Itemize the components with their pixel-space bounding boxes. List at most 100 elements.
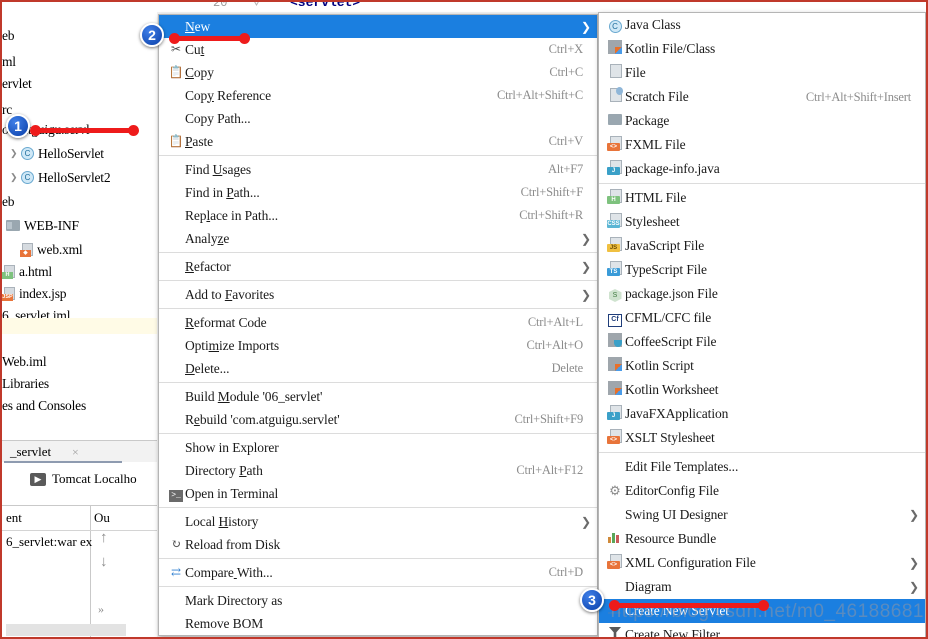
resource-bundle-icon [605, 531, 625, 547]
tree-row[interactable]: Ha.html [2, 262, 52, 281]
menu-item-diagram[interactable]: Diagram ❯ [599, 575, 925, 599]
editor-code-fragment: <servlet> [290, 0, 361, 10]
menu-item-package-info-java[interactable]: Jpackage-info.java [599, 157, 925, 181]
menu-item-paste[interactable]: 📋 Paste Ctrl+V [159, 130, 597, 153]
menu-item-file[interactable]: File [599, 61, 925, 85]
menu-item-copy-path[interactable]: Copy Path... [159, 107, 597, 130]
arrow-down-icon[interactable]: ↓ [100, 554, 108, 571]
menu-item-shortcut: Ctrl+Shift+R [519, 208, 583, 222]
menu-item-build-module-06-servlet[interactable]: Build Module '06_servlet' [159, 385, 597, 408]
menu-item-find-usages[interactable]: Find Usages Alt+F7 [159, 158, 597, 181]
menu-item-editorconfig-file[interactable]: ⚙ EditorConfig File [599, 479, 925, 503]
menu-item-refactor[interactable]: Refactor ❯ [159, 255, 597, 278]
arrow-up-icon[interactable]: ↑ [100, 530, 108, 547]
tree-row[interactable]: Web.iml [2, 352, 47, 371]
menu-item-resource-bundle[interactable]: Resource Bundle [599, 527, 925, 551]
menu-item-kotlin-file-class[interactable]: Kotlin File/Class [599, 37, 925, 61]
chevron-right-icon[interactable]: ❯ [10, 172, 19, 183]
menu-item-rebuild-com-atguigu-servlet[interactable]: Rebuild 'com.atguigu.servlet' Ctrl+Shift+… [159, 408, 597, 431]
menu-item-swing-ui-designer[interactable]: Swing UI Designer ❯ [599, 503, 925, 527]
menu-item-xslt-stylesheet[interactable]: <> XSLT Stylesheet [599, 426, 925, 450]
menu-item-kotlin-worksheet[interactable]: Kotlin Worksheet [599, 378, 925, 402]
menu-item-edit-file-templates[interactable]: Edit File Templates... [599, 455, 925, 479]
kotlin-icon [605, 357, 625, 375]
tree-row[interactable]: eb [2, 26, 15, 45]
menu-item-html-file[interactable]: H HTML File [599, 186, 925, 210]
menu-item-java-class[interactable]: C Java Class [599, 13, 925, 37]
menu-item-optimize-imports[interactable]: Optimize Imports Ctrl+Alt+O [159, 334, 597, 357]
close-icon[interactable]: × [72, 445, 79, 460]
menu-item-cfml-cfc-file[interactable]: Cf CFML/CFC file [599, 306, 925, 330]
menu-item-cut[interactable]: ✂ Cut Ctrl+X [159, 38, 597, 61]
menu-item-local-history[interactable]: Local History ❯ [159, 510, 597, 533]
menu-item-label: Diagram [625, 579, 672, 594]
chevron-right-icon[interactable]: ❯ [10, 148, 19, 159]
run-tab-strip[interactable]: _servlet × [2, 440, 157, 463]
menu-item-package-json-file[interactable]: Spackage.json File [599, 282, 925, 306]
run-config-label[interactable]: Tomcat Localho [52, 471, 137, 487]
menu-item-mark-directory-as[interactable]: Mark Directory as❯ [159, 589, 597, 612]
menu-item-add-to-favorites[interactable]: Add to Favorites ❯ [159, 283, 597, 306]
menu-item-reformat-code[interactable]: Reformat Code Ctrl+Alt+L [159, 311, 597, 334]
menu-item-label: Show in Explorer [185, 439, 279, 455]
menu-item-javascript-file[interactable]: JS JavaScript File [599, 234, 925, 258]
menu-item-xml-configuration-file[interactable]: <> XML Configuration File ❯ [599, 551, 925, 575]
tree-row[interactable]: ❯ C HelloServlet2 [2, 168, 111, 187]
menu-item-label: Swing UI Designer [625, 507, 728, 522]
menu-item-reload-from-disk[interactable]: ↻ Reload from Disk [159, 533, 597, 556]
menu-item-find-in-path[interactable]: Find in Path... Ctrl+Shift+F [159, 181, 597, 204]
tree-row[interactable]: WEB-INF [2, 216, 79, 235]
tree-row[interactable]: ◆ web.xml [2, 240, 83, 259]
tree-row[interactable]: JSP index.jsp [2, 284, 67, 303]
context-menu[interactable]: New ❯ ✂ Cut Ctrl+X 📋 Copy Ctrl+C Copy Reference C… [158, 14, 598, 636]
menu-item-compare-with[interactable]: ⇄ Compare With... Ctrl+D [159, 561, 597, 584]
menu-item-analyze[interactable]: Analyze ❯ [159, 227, 597, 250]
menu-item-label: EditorConfig File [625, 483, 719, 498]
menu-item-label: Kotlin Worksheet [625, 382, 719, 397]
tree-row[interactable]: ml [2, 52, 16, 71]
menu-item-replace-in-path[interactable]: Replace in Path... Ctrl+Shift+R [159, 204, 597, 227]
menu-item-show-in-explorer[interactable]: Show in Explorer [159, 436, 597, 459]
menu-item-package[interactable]: Package [599, 109, 925, 133]
menu-item-label: HTML File [625, 190, 687, 205]
menu-item-create-new-filter[interactable]: Create New Filter [599, 623, 925, 639]
menu-item-copy-reference[interactable]: Copy Reference Ctrl+Alt+Shift+C [159, 84, 597, 107]
menu-item-kotlin-script[interactable]: Kotlin Script [599, 354, 925, 378]
chevron-right-icon: ❯ [580, 515, 591, 529]
menu-item-javafxapplication[interactable]: J JavaFXApplication [599, 402, 925, 426]
annotation-dot-2a [169, 33, 180, 44]
coffee-icon [605, 333, 625, 351]
menu-item-copy[interactable]: 📋 Copy Ctrl+C [159, 61, 597, 84]
menu-item-label: package-info.java [625, 161, 720, 176]
tree-row[interactable]: ❯ C HelloServlet [2, 144, 104, 163]
more-icon[interactable]: » [98, 602, 104, 617]
xml-file-icon: ◆ [20, 242, 34, 257]
menu-item-scratch-file[interactable]: Scratch File Ctrl+Alt+Shift+Insert [599, 85, 925, 109]
run-tree[interactable]: ▶ Tomcat Localho [2, 463, 157, 503]
java-class-icon: C [605, 18, 625, 33]
annotation-line-1 [33, 128, 133, 133]
tree-row[interactable]: Libraries [2, 374, 49, 393]
menu-item-stylesheet[interactable]: CSS Stylesheet [599, 210, 925, 234]
menu-item-typescript-file[interactable]: TS TypeScript File [599, 258, 925, 282]
tree-row[interactable]: es and Consoles [2, 396, 86, 415]
tree-row[interactable]: ervlet [2, 74, 32, 93]
menu-item-remove-bom[interactable]: Remove BOM [159, 612, 597, 635]
new-submenu[interactable]: C Java Class Kotlin File/Class File Scratch … [598, 12, 926, 639]
menu-item-open-in-terminal[interactable]: >_ Open in Terminal [159, 482, 597, 505]
menu-item-shortcut: Ctrl+Alt+F12 [516, 463, 583, 477]
menu-item-coffeescript-file[interactable]: CoffeeScript File [599, 330, 925, 354]
menu-item-label: JavaFXApplication [625, 406, 729, 421]
menu-item-delete[interactable]: Delete... Delete [159, 357, 597, 380]
code-fold-icon[interactable] [252, 0, 261, 7]
html-file-icon: H [2, 264, 16, 279]
chevron-right-icon: ❯ [580, 232, 591, 246]
menu-item-directory-path[interactable]: Directory Path Ctrl+Alt+F12 [159, 459, 597, 482]
menu-item-label: Kotlin File/Class [625, 41, 716, 56]
menu-item-fxml-file[interactable]: <> FXML File [599, 133, 925, 157]
menu-item-label: Scratch File [625, 89, 689, 104]
menu-item-label: Add to Favorites [185, 286, 275, 302]
menu-item-new[interactable]: New ❯ [159, 15, 597, 38]
run-tab-label[interactable]: _servlet [10, 444, 51, 460]
tree-row[interactable]: eb [2, 192, 15, 211]
